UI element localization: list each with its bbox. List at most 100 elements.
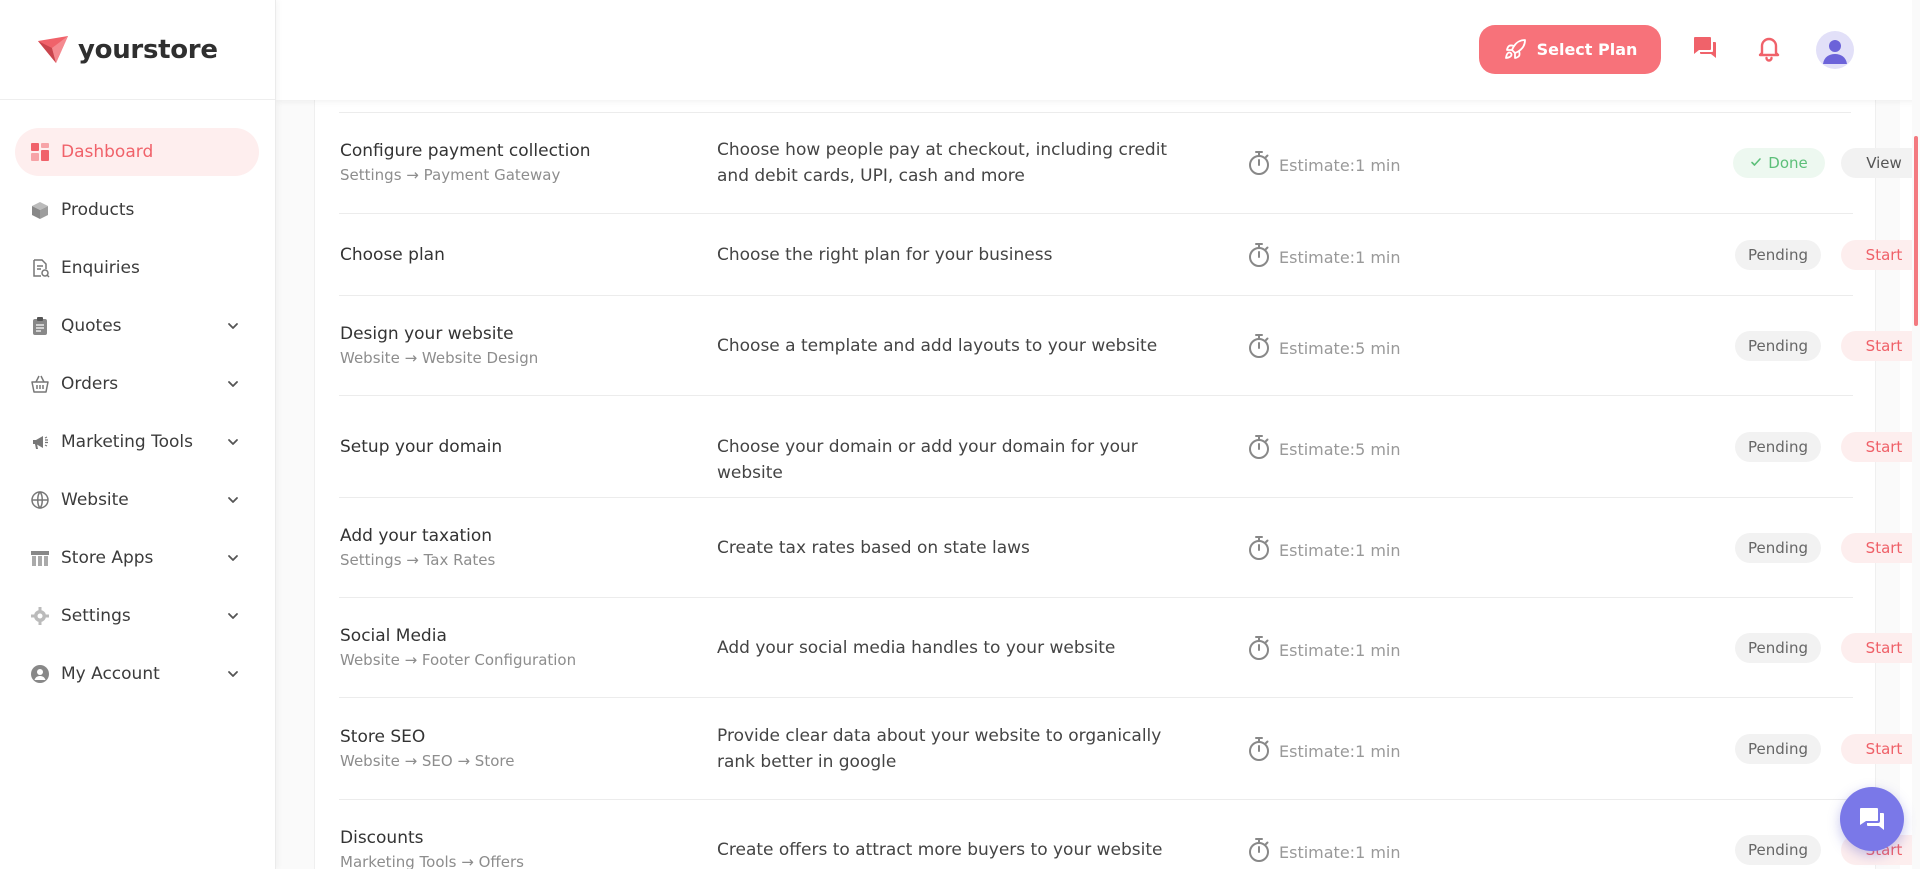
task-row: Add your taxation Settings → Tax Rates C… xyxy=(339,498,1920,598)
estimate-text: Estimate:1 min xyxy=(1279,247,1401,267)
status-label: Done xyxy=(1768,154,1808,172)
chat-bubble-icon xyxy=(1860,808,1884,830)
task-row: Social Media Website → Footer Configurat… xyxy=(339,598,1920,698)
chevron-down-icon[interactable] xyxy=(225,492,241,508)
rocket-icon xyxy=(1504,38,1526,59)
task-info: Discounts Marketing Tools → Offers xyxy=(340,826,524,869)
task-title: Choose plan xyxy=(340,245,445,265)
clipboard-icon xyxy=(30,316,50,336)
bell-icon[interactable] xyxy=(1754,33,1784,63)
sidebar-item-dashboard[interactable]: Dashboard xyxy=(15,128,259,176)
task-info: Design your website Website → Website De… xyxy=(340,322,538,369)
start-button[interactable]: Start xyxy=(1841,240,1920,270)
chevron-down-icon[interactable] xyxy=(225,608,241,624)
sidebar-item-settings[interactable]: Settings xyxy=(15,592,259,640)
start-button[interactable]: Start xyxy=(1841,533,1920,563)
status-badge: Pending xyxy=(1735,331,1821,361)
task-estimate: Estimate:1 min xyxy=(1247,837,1401,867)
check-icon xyxy=(1750,154,1768,172)
task-row: Discounts Marketing Tools → Offers Creat… xyxy=(339,800,1920,869)
chevron-down-icon[interactable] xyxy=(225,434,241,450)
task-row: Choose plan Choose the right plan for yo… xyxy=(339,214,1920,296)
task-info: Add your taxation Settings → Tax Rates xyxy=(340,524,495,571)
status-label: Pending xyxy=(1748,639,1808,657)
sidebar-item-enquiries[interactable]: Enquiries xyxy=(15,244,259,292)
sidebar-item-label: My Account xyxy=(61,664,160,684)
task-row: Store SEO Website → SEO → Store Provide … xyxy=(339,698,1920,800)
status-badge: Pending xyxy=(1735,633,1821,663)
user-avatar[interactable] xyxy=(1816,31,1854,69)
sidebar-item-label: Quotes xyxy=(61,316,122,336)
start-button[interactable]: Start xyxy=(1841,734,1920,764)
stopwatch-icon xyxy=(1247,242,1279,272)
status-badge: Done xyxy=(1733,148,1825,178)
sidebar-item-quotes[interactable]: Quotes xyxy=(15,302,259,350)
chevron-down-icon[interactable] xyxy=(225,550,241,566)
estimate-text: Estimate:1 min xyxy=(1279,741,1401,761)
task-estimate: Estimate:1 min xyxy=(1247,242,1401,272)
sidebar-item-marketing-tools[interactable]: Marketing Tools xyxy=(15,418,259,466)
task-estimate: Estimate:5 min xyxy=(1247,434,1401,464)
view-button[interactable]: View xyxy=(1841,148,1920,178)
estimate-text: Estimate:1 min xyxy=(1279,540,1401,560)
select-plan-button[interactable]: Select Plan xyxy=(1479,25,1661,74)
task-estimate: Estimate:1 min xyxy=(1247,535,1401,565)
basket-icon xyxy=(30,374,50,394)
status-badge: Pending xyxy=(1735,432,1821,462)
sidebar-item-label: Settings xyxy=(61,606,131,626)
sidebar-item-my-account[interactable]: My Account xyxy=(15,650,259,698)
task-path: Marketing Tools → Offers xyxy=(340,853,524,869)
status-label: Pending xyxy=(1748,438,1808,456)
sidebar-item-label: Website xyxy=(61,490,129,510)
user-circle-icon xyxy=(30,664,50,684)
chevron-down-icon[interactable] xyxy=(225,376,241,392)
task-path: Settings → Tax Rates xyxy=(340,551,496,569)
estimate-text: Estimate:1 min xyxy=(1279,155,1401,175)
sidebar-item-label: Products xyxy=(61,200,135,220)
stopwatch-icon xyxy=(1247,837,1279,867)
task-description: Choose a template and add layouts to you… xyxy=(717,336,1158,356)
task-row: Configure payment collection Settings → … xyxy=(339,112,1920,214)
task-description: Create offers to attract more buyers to … xyxy=(717,840,1163,860)
main-content: Configure payment collection Settings → … xyxy=(276,0,1920,869)
scrollbar-track[interactable] xyxy=(1912,0,1920,869)
megaphone-icon xyxy=(30,432,50,452)
start-button[interactable]: Start xyxy=(1841,633,1920,663)
task-estimate: Estimate:1 min xyxy=(1247,150,1401,180)
chat-icon[interactable] xyxy=(1690,33,1720,63)
start-button[interactable]: Start xyxy=(1841,331,1920,361)
task-description: Create tax rates based on state laws xyxy=(717,538,1030,558)
brand[interactable]: yourstore xyxy=(0,0,275,100)
gear-icon xyxy=(30,606,50,626)
chat-widget-button[interactable] xyxy=(1840,787,1904,851)
sidebar-item-products[interactable]: Products xyxy=(15,186,259,234)
status-label: Pending xyxy=(1748,740,1808,758)
estimate-text: Estimate:5 min xyxy=(1279,439,1401,459)
paper-plane-logo-icon xyxy=(38,35,68,63)
chevron-down-icon[interactable] xyxy=(225,666,241,682)
sidebar-item-store-apps[interactable]: Store Apps xyxy=(15,534,259,582)
task-title: Add your taxation xyxy=(340,526,493,546)
document-search-icon xyxy=(30,258,50,278)
task-info: Configure payment collection Settings → … xyxy=(340,139,591,186)
sidebar-item-label: Enquiries xyxy=(61,258,140,278)
status-label: Pending xyxy=(1748,337,1808,355)
stopwatch-icon xyxy=(1247,333,1279,363)
onboarding-task-list: Configure payment collection Settings → … xyxy=(314,100,1920,869)
task-description: Add your social media handles to your we… xyxy=(717,638,1116,658)
chevron-down-icon[interactable] xyxy=(225,318,241,334)
brand-name: yourstore xyxy=(78,34,218,65)
sidebar-item-orders[interactable]: Orders xyxy=(15,360,259,408)
task-estimate: Estimate:5 min xyxy=(1247,333,1401,363)
task-title: Discounts xyxy=(340,828,424,848)
scrollbar-thumb[interactable] xyxy=(1914,136,1918,326)
task-title: Store SEO xyxy=(340,727,426,747)
task-path: Website → SEO → Store xyxy=(340,752,515,770)
status-label: Pending xyxy=(1748,246,1808,264)
start-button[interactable]: Start xyxy=(1841,432,1920,462)
sidebar-nav: Dashboard Products Enquiries Quotes Orders Ma… xyxy=(0,100,275,698)
stopwatch-icon xyxy=(1247,535,1279,565)
top-header: Select Plan xyxy=(276,0,1920,100)
status-label: Pending xyxy=(1748,841,1808,859)
sidebar-item-website[interactable]: Website xyxy=(15,476,259,524)
